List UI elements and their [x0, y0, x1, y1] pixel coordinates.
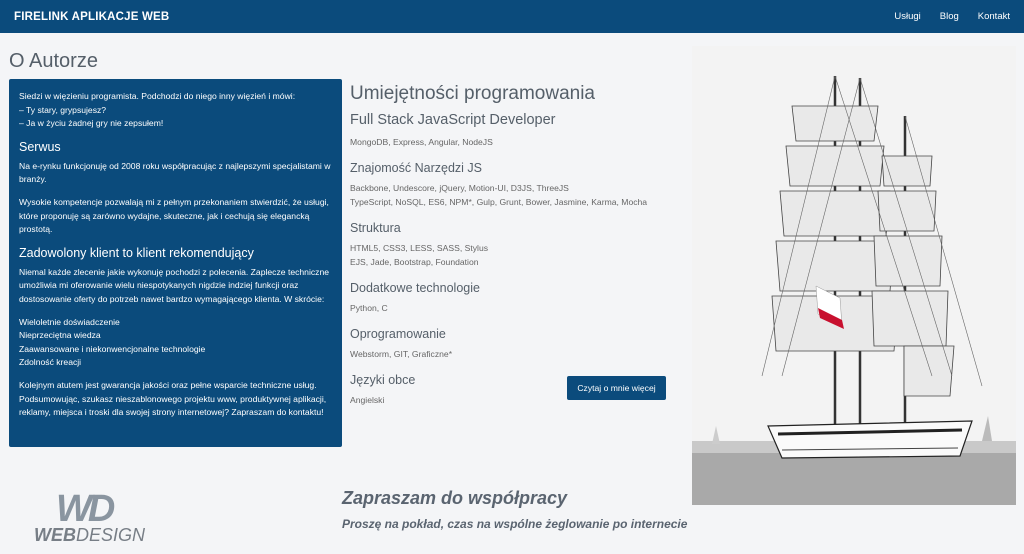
logo-design-text: DESIGN — [76, 525, 146, 545]
read-more-button[interactable]: Czytaj o mnie więcej — [567, 376, 666, 400]
joke-line-3: – Ja w życiu żadnej gry nie zepsułem! — [19, 118, 164, 129]
struct-title: Struktura — [350, 221, 401, 235]
client-paragraph: Niemal każde zlecenie jakie wykonuję poc… — [19, 266, 330, 304]
extra-title: Dodatkowe technologie — [350, 281, 480, 295]
extra-line: Python, C — [350, 303, 388, 313]
logo-web-text: WEB — [34, 525, 76, 545]
invite-title: Zapraszam do współpracy — [342, 488, 568, 508]
list-item: Zdolność kreacji — [19, 357, 82, 368]
fullstack-title: Full Stack JavaScript Developer — [350, 112, 556, 128]
struct-line-1: HTML5, CSS3, LESS, SASS, Stylus — [350, 243, 489, 253]
serwus-paragraph-2: Wysokie kompetencje pozwalają mi z pełny… — [19, 196, 329, 235]
page-title: O Autorze — [9, 50, 98, 72]
tools-line-2: TypeScript, NoSQL, ES6, NPM*, Gulp, Grun… — [350, 197, 648, 207]
joke-line-1: Siedzi w więzieniu programista. Podchodz… — [19, 91, 296, 101]
about-box: Siedzi w więzieniu programista. Podchodz… — [9, 79, 342, 447]
strengths-list: Wieloletnie doświadczenie Nieprzeciętna … — [19, 316, 332, 370]
nav-link-blog[interactable]: Blog — [940, 11, 959, 22]
software-title: Oprogramowanie — [350, 327, 446, 341]
fullstack-line: MongoDB, Express, Angular, NodeJS — [350, 137, 493, 147]
nav-links: Usługi Blog Kontakt — [894, 11, 1010, 22]
skills-section: Umiejętności programowania Full Stack Ja… — [350, 83, 670, 407]
serwus-heading: Serwus — [19, 139, 61, 154]
nav-link-kontakt[interactable]: Kontakt — [978, 11, 1010, 22]
joke-paragraph: Siedzi w więzieniu programista. Podchodz… — [19, 90, 332, 131]
tools-title: Znajomość Narzędzi JS — [350, 161, 482, 175]
closing-paragraph: Kolejnym atutem jest gwarancja jakości o… — [19, 379, 327, 418]
sailing-ship-image — [692, 46, 1016, 505]
navbar: FIRELINK APLIKACJE WEB Usługi Blog Konta… — [0, 0, 1024, 33]
list-item: Zaawansowane i niekonwencjonalne technol… — [19, 343, 206, 354]
logo-wordmark: WEBDESIGN — [34, 525, 145, 546]
serwus-paragraph-1: Na e-rynku funkcjonuję od 2008 roku wspó… — [19, 160, 331, 185]
joke-line-2: – Ty stary, grypsujesz? — [19, 104, 107, 115]
brand-logo-text[interactable]: FIRELINK APLIKACJE WEB — [14, 11, 169, 23]
struct-line-2: EJS, Jade, Bootstrap, Foundation — [350, 257, 479, 267]
webdesign-logo[interactable]: WD WEBDESIGN — [34, 488, 154, 546]
software-line: Webstorm, GIT, Graficzne* — [350, 349, 453, 359]
ship-illustration — [692, 46, 1016, 505]
list-item: Wieloletnie doświadczenie — [19, 316, 120, 327]
skills-title: Umiejętności programowania — [350, 83, 595, 104]
invite-subtitle: Proszę na pokład, czas na wspólne żeglow… — [342, 517, 688, 531]
client-heading: Zadowolony klient to klient rekomendując… — [19, 245, 254, 260]
nav-link-uslugi[interactable]: Usługi — [894, 11, 920, 22]
list-item: Nieprzeciętna wiedza — [19, 330, 101, 341]
tools-line-1: Backbone, Undescore, jQuery, Motion-UI, … — [350, 183, 569, 193]
